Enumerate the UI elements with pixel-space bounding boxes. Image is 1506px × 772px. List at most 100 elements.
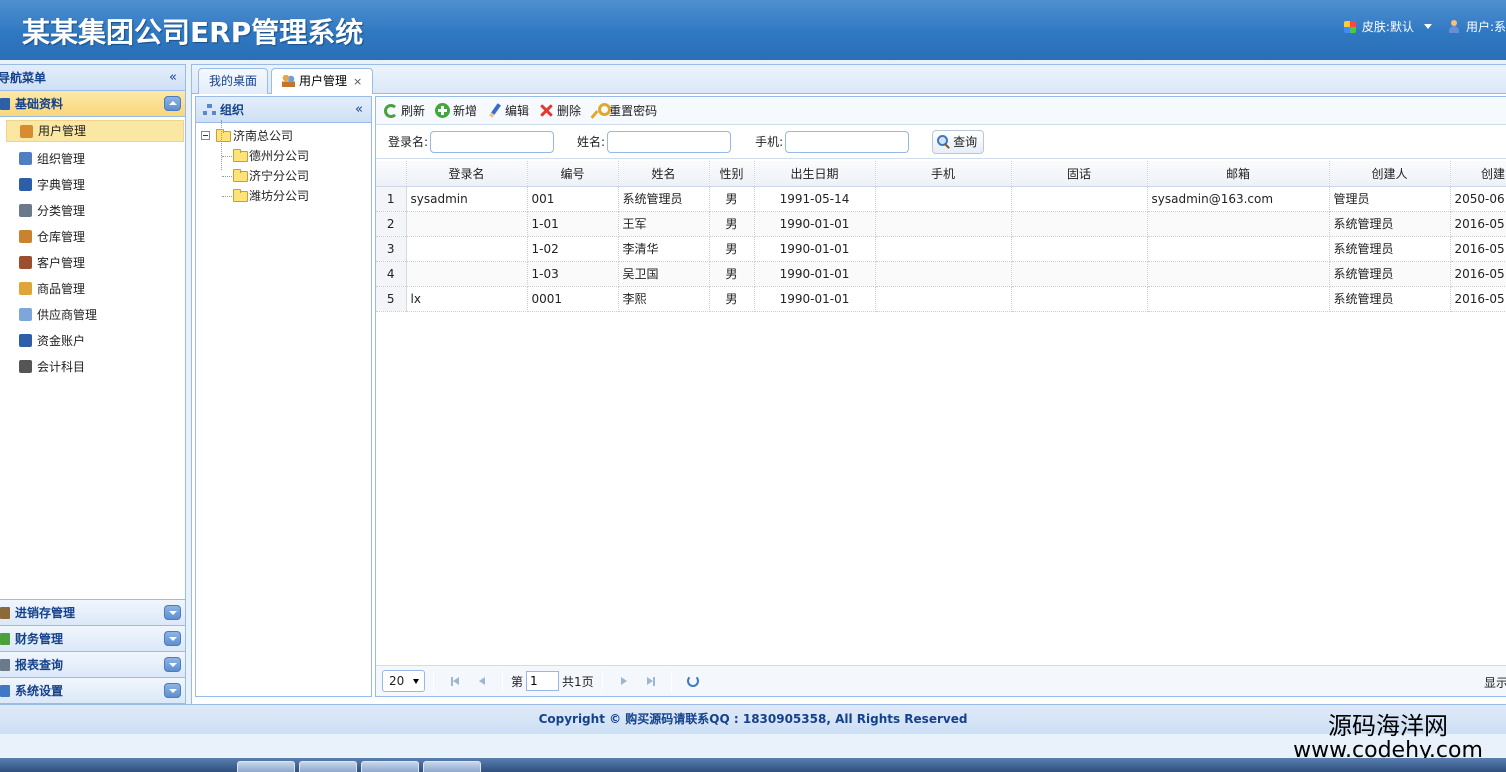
table-cell-created: 2016-05 xyxy=(1450,286,1506,312)
copyright-text: Copyright © 购买源码请联系QQ : 1830905358, All … xyxy=(538,712,968,726)
nav-item[interactable]: 分类管理 xyxy=(0,198,185,224)
search-button[interactable]: 查询 xyxy=(932,129,985,154)
collapse-left-icon[interactable]: « xyxy=(169,65,177,91)
nav-item[interactable]: 商品管理 xyxy=(0,276,185,302)
nav-group-label: 报表查询 xyxy=(15,658,64,672)
skin-selector[interactable]: 皮肤:默认 xyxy=(1362,18,1414,35)
expand-group-icon[interactable] xyxy=(164,683,181,698)
page-size-select[interactable]: 20 xyxy=(382,670,425,692)
nav-group[interactable]: 报表查询 xyxy=(0,651,185,677)
row-number-header xyxy=(376,161,407,187)
tree-node-root[interactable]: 济南总公司 xyxy=(196,126,371,146)
add-button[interactable]: 新增 xyxy=(435,102,477,119)
book-icon xyxy=(19,178,32,191)
taskbar-app[interactable] xyxy=(299,761,357,772)
nav-group-basic[interactable]: 基础资料 xyxy=(0,91,185,117)
table-cell-login xyxy=(406,211,528,237)
nav-item[interactable]: 字典管理 xyxy=(0,172,185,198)
collapse-node-icon[interactable] xyxy=(201,131,210,140)
column-header[interactable]: 手机 xyxy=(875,161,1012,187)
column-header[interactable]: 编号 xyxy=(527,161,619,187)
table-row[interactable]: 3 1-02 李清华男 1990-01-01 系统管理员 2016-05 xyxy=(376,236,1506,262)
expand-group-icon[interactable] xyxy=(164,605,181,620)
finance-icon xyxy=(0,633,10,645)
nav-item[interactable]: 供应商管理 xyxy=(0,302,185,328)
close-icon[interactable]: × xyxy=(353,75,362,88)
table-cell-birth: 1990-01-01 xyxy=(754,286,876,312)
first-page-icon[interactable] xyxy=(447,673,463,689)
row-number: 2 xyxy=(376,211,407,237)
column-header[interactable]: 性别 xyxy=(709,161,755,187)
column-header[interactable]: 创建人 xyxy=(1329,161,1451,187)
tree-node[interactable]: 德州分公司 xyxy=(196,146,371,166)
chevron-down-icon[interactable] xyxy=(1423,24,1432,29)
reset-password-label: 重置密码 xyxy=(609,104,658,118)
table-row[interactable]: 4 1-03 吴卫国男 1990-01-01 系统管理员 2016-05 xyxy=(376,261,1506,287)
table-row[interactable]: 2 1-01 王军男 1990-01-01 系统管理员 2016-05 xyxy=(376,211,1506,237)
tab-user-management[interactable]: 用户管理 × xyxy=(271,68,374,96)
nav-item[interactable]: 组织管理 xyxy=(0,146,185,172)
expand-group-icon[interactable] xyxy=(164,657,181,672)
column-header[interactable]: 创建 xyxy=(1450,161,1506,187)
column-header[interactable]: 邮箱 xyxy=(1147,161,1330,187)
table-cell-sex: 男 xyxy=(709,236,755,262)
page-total: 共1页 xyxy=(562,674,594,689)
nav-group-label: 进销存管理 xyxy=(15,606,76,620)
nav-group[interactable]: 财务管理 xyxy=(0,625,185,651)
page-prefix: 第 xyxy=(511,674,524,689)
tab-desktop[interactable]: 我的桌面 xyxy=(198,68,269,95)
taskbar-app[interactable] xyxy=(423,761,481,772)
table-cell-name: 王军 xyxy=(618,211,710,237)
column-header[interactable]: 固话 xyxy=(1011,161,1148,187)
table-cell-mobile xyxy=(875,261,1012,287)
login-name-label: 登录名: xyxy=(388,135,429,149)
page-number-input[interactable] xyxy=(526,671,560,691)
table-cell-creator: 系统管理员 xyxy=(1329,236,1451,262)
table-row[interactable]: 1 sysadmin 001 系统管理员男 1991-05-14 sysadmin@163… xyxy=(376,186,1506,212)
nav-group[interactable]: 进销存管理 xyxy=(0,599,185,625)
last-page-icon[interactable] xyxy=(642,673,658,689)
delete-button[interactable]: 删除 xyxy=(539,102,581,119)
taskbar-app[interactable] xyxy=(361,761,419,772)
book-icon xyxy=(0,98,10,110)
nav-item[interactable]: 客户管理 xyxy=(0,250,185,276)
pagination: 20 第 共1页 显示 xyxy=(376,665,1506,696)
org-panel: 组织 « 济南总公司 德州分公司 济宁分公司 潍坊分公司 xyxy=(195,96,372,697)
name-input[interactable] xyxy=(607,130,732,153)
edit-button[interactable]: 编辑 xyxy=(487,102,529,119)
expand-group-icon[interactable] xyxy=(164,631,181,646)
column-header[interactable]: 登录名 xyxy=(406,161,528,187)
tree-line xyxy=(222,196,232,197)
reload-icon[interactable] xyxy=(685,673,701,689)
nav-item-label: 分类管理 xyxy=(37,204,86,218)
table-cell-tel xyxy=(1011,236,1148,262)
nav-item[interactable]: 会计科目 xyxy=(0,354,185,380)
table-row[interactable]: 5 lx 0001 李熙男 1990-01-01 系统管理员 2016-05 xyxy=(376,286,1506,312)
taskbar-app[interactable] xyxy=(237,761,295,772)
nav-item[interactable]: 资金账户 xyxy=(0,328,185,354)
collapse-group-icon[interactable] xyxy=(164,96,181,111)
column-header[interactable]: 出生日期 xyxy=(754,161,876,187)
tree-node[interactable]: 济宁分公司 xyxy=(196,166,371,186)
nav-group[interactable]: 系统设置 xyxy=(0,677,185,703)
monitor-icon xyxy=(0,685,10,697)
nav-item[interactable]: 仓库管理 xyxy=(0,224,185,250)
os-taskbar xyxy=(0,758,1506,772)
nav-item[interactable]: 用户管理 xyxy=(6,120,184,142)
report-icon xyxy=(0,659,10,671)
login-name-input[interactable] xyxy=(430,130,555,153)
row-number: 5 xyxy=(376,286,407,312)
reset-password-button[interactable]: 重置密码 xyxy=(591,102,657,119)
name-label: 姓名: xyxy=(577,135,606,149)
next-page-icon[interactable] xyxy=(616,673,632,689)
search-icon xyxy=(937,135,950,148)
prev-page-icon[interactable] xyxy=(473,673,489,689)
user-label[interactable]: 用户:系 xyxy=(1466,18,1506,35)
main-content: 组织 « 济南总公司 德州分公司 济宁分公司 潍坊分公司 刷新 新增 编辑 删除 重… xyxy=(191,94,1506,704)
column-header[interactable]: 姓名 xyxy=(618,161,710,187)
phone-input[interactable] xyxy=(785,130,910,153)
table-cell-name: 李熙 xyxy=(618,286,710,312)
collapse-left-icon[interactable]: « xyxy=(355,97,363,123)
refresh-button[interactable]: 刷新 xyxy=(384,102,425,119)
tree-node[interactable]: 潍坊分公司 xyxy=(196,186,371,206)
